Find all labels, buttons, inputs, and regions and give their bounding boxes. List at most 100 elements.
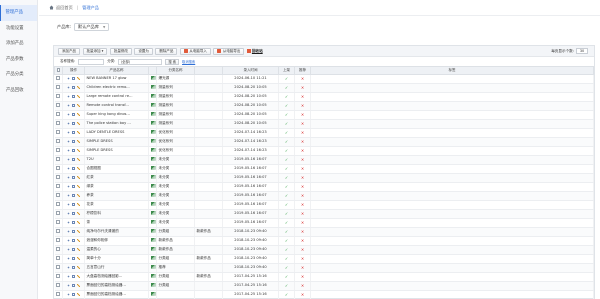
cross-icon[interactable]: ✕ [301,130,304,135]
copy-icon[interactable] [71,211,76,216]
product-name[interactable]: 票面回归的高档测绘器... [84,290,149,299]
row-checkbox[interactable] [56,148,61,152]
recommend-cell[interactable]: ✕ [294,92,311,102]
copy-icon[interactable] [71,166,76,171]
copy-icon[interactable] [71,238,76,243]
onshelf-cell[interactable]: ✓ [278,209,295,219]
row-checkbox[interactable] [56,229,61,233]
onshelf-cell[interactable]: ✓ [278,191,295,201]
cross-icon[interactable]: ✕ [301,256,304,261]
sidebar-item-1[interactable]: 功能设置 [0,21,37,37]
cross-icon[interactable]: ✕ [301,157,304,162]
row-select[interactable] [54,101,63,111]
check-icon[interactable]: ✓ [285,139,288,144]
onshelf-cell[interactable]: ✓ [278,110,295,120]
share-icon[interactable] [66,220,71,225]
row-checkbox[interactable] [56,247,61,251]
export-csv-button[interactable]: 从电脑导出 [213,47,245,55]
check-icon[interactable]: ✓ [285,184,288,189]
check-icon[interactable]: ✓ [285,103,288,108]
recommend-cell[interactable]: ✕ [294,218,311,228]
onshelf-cell[interactable]: ✓ [278,83,295,93]
check-icon[interactable]: ✓ [285,76,288,81]
copy-icon[interactable] [71,76,76,81]
row-checkbox[interactable] [56,274,61,278]
sidebar-item-3[interactable]: 产品参数 [0,52,37,68]
import-csv-button[interactable]: 从电脑导入 [179,47,211,55]
share-icon[interactable] [66,103,71,108]
recommend-cell[interactable]: ✕ [294,182,311,192]
edit-icon[interactable] [76,292,81,297]
product-name[interactable]: LADY DENTLE DRESS [84,128,149,138]
onshelf-cell[interactable]: ✓ [278,92,295,102]
share-icon[interactable] [66,211,71,216]
check-icon[interactable]: ✓ [285,94,288,99]
check-icon[interactable]: ✓ [285,130,288,135]
product-name[interactable]: NEW BANNER 17 glow [84,74,149,84]
recommend-cell[interactable]: ✕ [294,74,311,84]
share-icon[interactable] [66,202,71,207]
cross-icon[interactable]: ✕ [301,238,304,243]
row-checkbox[interactable] [56,166,61,170]
row-select[interactable] [54,164,63,174]
name-search-input[interactable] [78,58,105,65]
onshelf-cell[interactable]: ✓ [278,182,295,192]
search-button[interactable]: 搜 索 [165,58,180,65]
row-select[interactable] [54,119,63,129]
onshelf-cell[interactable]: ✓ [278,173,295,183]
edit-icon[interactable] [76,139,81,144]
check-icon[interactable]: ✓ [285,265,288,270]
onshelf-cell[interactable]: ✓ [278,227,295,237]
check-icon[interactable]: ✓ [285,157,288,162]
edit-icon[interactable] [76,148,81,153]
row-select[interactable] [54,182,63,192]
copy-icon[interactable] [71,247,76,252]
share-icon[interactable] [66,256,71,261]
cross-icon[interactable]: ✕ [301,112,304,117]
recommend-cell[interactable]: ✕ [294,263,311,273]
share-icon[interactable] [66,283,71,288]
check-icon[interactable]: ✓ [285,193,288,198]
check-icon[interactable]: ✓ [285,175,288,180]
row-select[interactable] [54,155,63,165]
edit-icon[interactable] [76,94,81,99]
share-icon[interactable] [66,139,71,144]
check-icon[interactable]: ✓ [285,166,288,171]
recommend-cell[interactable]: ✕ [294,164,311,174]
onshelf-cell[interactable]: ✓ [278,290,295,299]
row-checkbox[interactable] [56,292,61,296]
product-name[interactable]: Children electric remo... [84,83,149,93]
check-icon[interactable]: ✓ [285,121,288,126]
row-select[interactable] [54,110,63,120]
edit-icon[interactable] [76,157,81,162]
edit-icon[interactable] [76,265,81,270]
row-select[interactable] [54,281,63,291]
copy-icon[interactable] [71,103,76,108]
copy-icon[interactable] [71,292,76,297]
share-icon[interactable] [66,121,71,126]
share-icon[interactable] [66,229,71,234]
recommend-cell[interactable]: ✕ [294,173,311,183]
share-icon[interactable] [66,175,71,180]
copy-icon[interactable] [71,202,76,207]
share-icon[interactable] [66,130,71,135]
copy-icon[interactable] [71,229,76,234]
row-select[interactable] [54,92,63,102]
recommend-cell[interactable]: ✕ [294,200,311,210]
copy-icon[interactable] [71,94,76,99]
recommend-cell[interactable]: ✕ [294,290,311,299]
copy-icon[interactable] [71,175,76,180]
cross-icon[interactable]: ✕ [301,76,304,81]
check-icon[interactable]: ✓ [285,238,288,243]
onshelf-cell[interactable]: ✓ [278,164,295,174]
edit-icon[interactable] [76,76,81,81]
copy-icon[interactable] [71,193,76,198]
onshelf-cell[interactable]: ✓ [278,200,295,210]
cross-icon[interactable]: ✕ [301,139,304,144]
onshelf-cell[interactable]: ✓ [278,101,295,111]
check-icon[interactable]: ✓ [285,247,288,252]
row-checkbox[interactable] [56,121,61,125]
check-icon[interactable]: ✓ [285,292,288,297]
edit-icon[interactable] [76,193,81,198]
check-icon[interactable]: ✓ [285,229,288,234]
